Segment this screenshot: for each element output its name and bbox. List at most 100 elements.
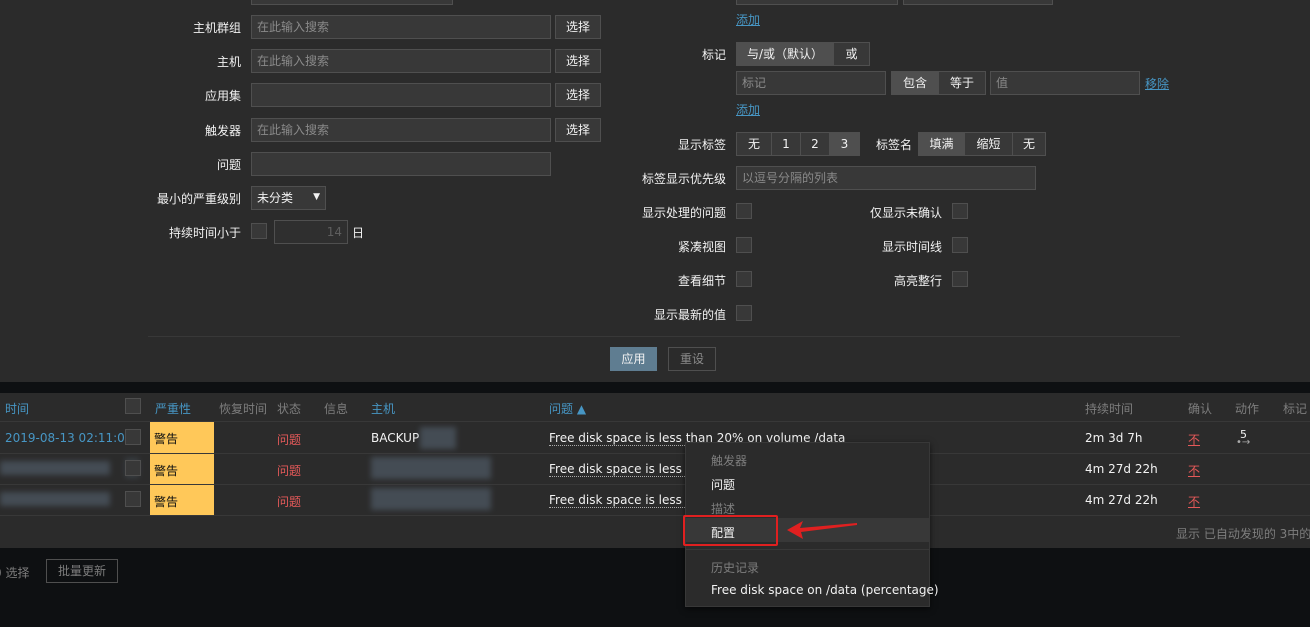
show-latest-checkbox[interactable] xyxy=(736,305,752,321)
col-time[interactable]: 时间 xyxy=(5,400,29,417)
col-severity[interactable]: 严重性 xyxy=(155,400,191,417)
min-severity-select[interactable]: 未分类 ▼ xyxy=(251,186,326,210)
row2-time-redaction xyxy=(0,461,110,475)
show-details-label: 查看细节 xyxy=(677,274,726,288)
hosts-select-button[interactable]: 选择 xyxy=(555,49,601,73)
show-tags-1[interactable]: 1 xyxy=(772,133,801,155)
show-timeline-label: 显示时间线 xyxy=(881,240,942,254)
tag-name-full[interactable]: 填满 xyxy=(919,133,965,155)
row3-problem-link[interactable]: Free disk space is less tha xyxy=(549,493,706,508)
row1-ack[interactable]: 不 xyxy=(1188,431,1200,448)
row1-host[interactable]: BACKUP xyxy=(371,431,419,445)
problem-label: 问题 xyxy=(216,158,241,172)
row3-checkbox[interactable] xyxy=(125,491,141,507)
age-input[interactable]: 14 xyxy=(274,220,348,244)
ctx-problems-item[interactable]: 问题 xyxy=(711,476,735,493)
show-tags-toggle[interactable]: 无 1 2 3 xyxy=(736,132,860,156)
filter-panel: 添加 主机群组 在此输入搜索 选择 主机 在此输入搜索 选择 应用集 选择 触发… xyxy=(0,0,1310,382)
show-unack-checkbox[interactable] xyxy=(952,203,968,219)
tag-add-link[interactable]: 添加 xyxy=(736,101,760,118)
row2-checkbox[interactable] xyxy=(125,460,141,476)
tags-label: 标记 xyxy=(701,48,726,62)
tag-op-contains[interactable]: 包含 xyxy=(892,72,939,94)
compact-view-label: 紧凑视图 xyxy=(677,240,726,254)
min-severity-label: 最小的严重级别 xyxy=(156,192,241,206)
host-groups-label: 主机群组 xyxy=(192,21,241,35)
col-problem[interactable]: 问题 ▲ xyxy=(549,400,586,417)
tag-priority-input[interactable]: 以逗号分隔的列表 xyxy=(736,166,1036,190)
tag-value-input[interactable]: 值 xyxy=(990,71,1140,95)
top-input-partial-1[interactable] xyxy=(736,0,898,5)
col-info: 信息 xyxy=(324,402,349,416)
tags-mode-or[interactable]: 或 xyxy=(834,43,869,65)
tag-operator-toggle[interactable]: 包含 等于 xyxy=(891,71,986,95)
applications-input[interactable] xyxy=(251,83,551,107)
ctx-history-header: 历史记录 xyxy=(711,561,760,575)
hosts-input[interactable]: 在此输入搜索 xyxy=(251,49,551,73)
row3-ack[interactable]: 不 xyxy=(1188,493,1200,510)
top-seg-partial[interactable] xyxy=(251,0,453,5)
annotation-arrow-icon xyxy=(787,521,857,539)
highlight-row-label: 高亮整行 xyxy=(893,274,942,288)
applications-select-button[interactable]: 选择 xyxy=(555,83,601,107)
apply-button[interactable]: 应用 xyxy=(610,347,657,371)
triggers-input[interactable]: 在此输入搜索 xyxy=(251,118,551,142)
reset-button[interactable]: 重设 xyxy=(668,347,716,371)
show-tags-0[interactable]: 无 xyxy=(737,133,772,155)
tag-remove-link[interactable]: 移除 xyxy=(1145,75,1169,92)
top-input-partial-2[interactable] xyxy=(903,0,1053,5)
add-link-top[interactable]: 添加 xyxy=(736,11,760,28)
selected-count: 0 选择 xyxy=(0,566,30,580)
action-arrow-icon: •→ xyxy=(1236,437,1251,448)
host-groups-input[interactable]: 在此输入搜索 xyxy=(251,15,551,39)
compact-view-checkbox[interactable] xyxy=(736,237,752,253)
show-timeline-checkbox[interactable] xyxy=(952,237,968,253)
row1-host-redaction xyxy=(420,427,456,449)
row2-status: 问题 xyxy=(277,464,302,478)
row2-problem-link[interactable]: Free disk space is less tha xyxy=(549,462,706,477)
tag-op-equals[interactable]: 等于 xyxy=(939,72,985,94)
triggers-label: 触发器 xyxy=(204,124,241,138)
show-tags-2[interactable]: 2 xyxy=(801,133,830,155)
select-all-checkbox[interactable] xyxy=(125,398,141,414)
age-label: 持续时间小于 xyxy=(168,226,241,240)
show-latest-label: 显示最新的值 xyxy=(653,308,726,322)
row3-separator xyxy=(0,515,1310,516)
host-groups-select-button[interactable]: 选择 xyxy=(555,15,601,39)
col-ack: 确认 xyxy=(1188,402,1213,416)
ctx-history-item[interactable]: Free disk space on /data (percentage) xyxy=(711,583,939,597)
problem-input[interactable] xyxy=(251,152,551,176)
row1-checkbox[interactable] xyxy=(125,429,141,445)
col-duration: 持续时间 xyxy=(1085,402,1134,416)
tag-priority-label: 标签显示优先级 xyxy=(641,172,726,186)
show-suppressed-checkbox[interactable] xyxy=(736,203,752,219)
tag-name-label: 标签名 xyxy=(875,138,912,152)
row3-severity-badge: 警告 xyxy=(150,485,214,516)
row3-host-redaction xyxy=(371,488,491,510)
row2-ack[interactable]: 不 xyxy=(1188,462,1200,479)
row1-status: 问题 xyxy=(277,433,302,447)
mass-update-button[interactable]: 批量更新 xyxy=(46,559,118,583)
triggers-select-button[interactable]: 选择 xyxy=(555,118,601,142)
show-tags-3[interactable]: 3 xyxy=(830,133,859,155)
tags-mode-toggle[interactable]: 与/或（默认） 或 xyxy=(736,42,870,66)
row2-severity-badge: 警告 xyxy=(150,454,214,485)
row1-time-link[interactable]: 2019-08-13 02:11:02 xyxy=(5,431,132,445)
age-checkbox[interactable] xyxy=(251,223,267,239)
filter-divider xyxy=(148,336,1180,337)
row2-host-redaction xyxy=(371,457,491,479)
show-details-checkbox[interactable] xyxy=(736,271,752,287)
row2-duration: 4m 27d 22h xyxy=(1085,462,1158,476)
tags-mode-and-or[interactable]: 与/或（默认） xyxy=(737,43,834,65)
highlight-row-checkbox[interactable] xyxy=(952,271,968,287)
hosts-label: 主机 xyxy=(216,55,241,69)
show-tags-label: 显示标签 xyxy=(677,138,726,152)
row3-status: 问题 xyxy=(277,495,302,509)
tag-name-toggle[interactable]: 填满 缩短 无 xyxy=(918,132,1046,156)
tag-name-input[interactable]: 标记 xyxy=(736,71,886,95)
tag-name-short[interactable]: 缩短 xyxy=(965,133,1013,155)
row3-duration: 4m 27d 22h xyxy=(1085,493,1158,507)
col-host[interactable]: 主机 xyxy=(371,400,395,417)
tag-name-none[interactable]: 无 xyxy=(1013,133,1045,155)
row1-duration: 2m 3d 7h xyxy=(1085,431,1143,445)
